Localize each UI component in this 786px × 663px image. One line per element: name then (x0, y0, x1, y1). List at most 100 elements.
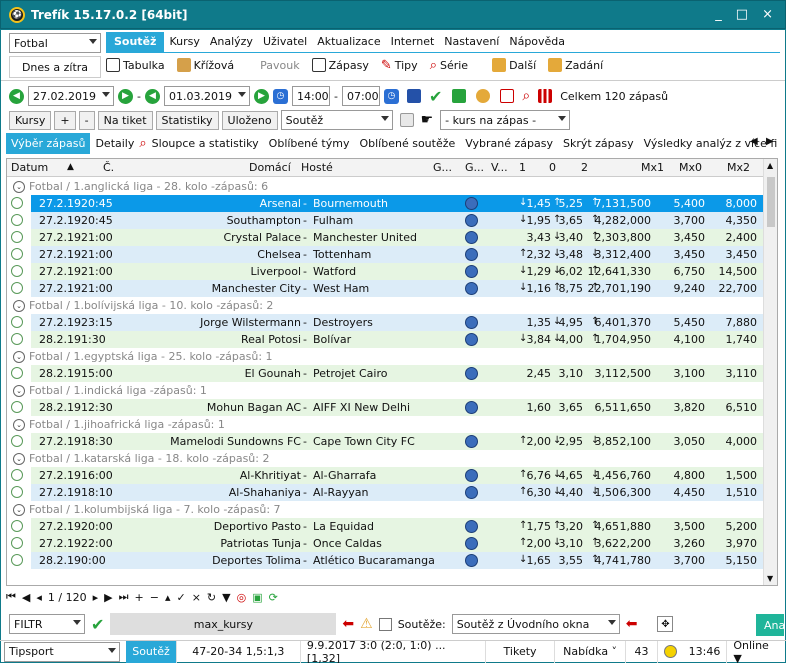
prev-date-icon[interactable]: ◀ (9, 88, 24, 104)
col-kurs-2[interactable]: 2 (581, 161, 588, 174)
date-to-field[interactable]: 01.03.2019 (163, 86, 250, 106)
filter-select[interactable]: FILTR (9, 614, 85, 634)
delete-record-icon[interactable]: − (150, 591, 159, 604)
col-v[interactable]: V... (491, 161, 508, 174)
table-row[interactable]: 27.2.19 21:00 Crystal Palace - Manchester Un… (11, 229, 763, 246)
analyze-button[interactable]: Ana (756, 614, 785, 636)
prev-date2-icon[interactable]: ◀ (144, 88, 160, 104)
apply-filter-check-icon[interactable]: ✔ (91, 615, 104, 634)
col-mx1[interactable]: Mx1 (641, 161, 664, 174)
group-header[interactable]: ⌄ Fotbal / 1.indická liga -zápasů: 1 (7, 382, 763, 399)
vertical-scrollbar[interactable]: ▲ ▼ (763, 159, 777, 585)
col-kurs-1[interactable]: 1 (519, 161, 526, 174)
up-icon[interactable]: ▴ (165, 591, 171, 604)
bar-chart-icon[interactable] (538, 89, 553, 103)
table-row[interactable]: 27.2.19 20:00 Deportivo Pasto - La Equidad ↑ 1… (11, 518, 763, 535)
odds-select[interactable]: - kurs na zápas - (440, 110, 571, 130)
online-dropdown[interactable]: Online ▼ (727, 639, 786, 663)
minus-button[interactable]: - (78, 110, 95, 130)
menu-napoveda[interactable]: Nápověda (504, 32, 570, 52)
tab-scroll-right-icon[interactable]: ▶ (766, 136, 774, 147)
col-cislo[interactable]: Č. (103, 161, 114, 174)
table-row[interactable]: 27.2.19 20:45 Southampton - Fulham ↓ 1,95 ↑ 3,65… (11, 212, 763, 229)
col-datum[interactable]: Datum (11, 161, 48, 174)
globe-icon[interactable] (465, 537, 478, 550)
report-icon[interactable] (500, 89, 515, 103)
globe-icon[interactable] (465, 469, 478, 482)
souteze-checkbox[interactable] (378, 617, 392, 631)
globe-icon[interactable] (465, 333, 478, 346)
calendar-icon[interactable] (406, 89, 421, 103)
globe-icon[interactable] (465, 486, 478, 499)
confirm-check-icon[interactable]: ✔ (429, 87, 442, 106)
col-g1[interactable]: G... (433, 161, 452, 174)
scroll-down-icon[interactable]: ▼ (767, 574, 773, 583)
group-header[interactable]: ⌄ Fotbal / 1.egyptská liga - 25. kolo -zá… (7, 348, 763, 365)
tab-skryt-zapasy[interactable]: Skrýt zápasy (558, 133, 639, 154)
globe-icon[interactable] (465, 367, 478, 380)
serie-button[interactable]: ⌕ Série (430, 58, 468, 73)
tab-scroll-left-icon[interactable]: ◀ (750, 136, 758, 147)
table-row[interactable]: 27.2.19 23:15 Jorge Wilstermann - Destroyers… (11, 314, 763, 331)
col-g2[interactable]: G... (465, 161, 484, 174)
refresh-icon[interactable]: ↻ (207, 591, 216, 604)
last-record-icon[interactable]: ⏭ (119, 590, 129, 604)
check-icon[interactable]: ✓ (176, 591, 185, 604)
tabulka-button[interactable]: Tabulka (106, 58, 165, 72)
user-icon[interactable] (476, 89, 491, 103)
table-row[interactable]: 27.2.19 21:00 Manchester City - West Ham ↓ 1,1… (11, 280, 763, 297)
group-header[interactable]: ⌄ Fotbal / 1.anglická liga - 28. kolo -zá… (7, 178, 763, 195)
statistiky-button[interactable]: Statistiky (155, 110, 219, 130)
next-date-icon[interactable]: ▶ (118, 88, 133, 104)
table-row[interactable]: 28.2.19 1:30 Real Potosi - Bolívar ↓ 3,84 ↓ 4,00… (11, 331, 763, 348)
table-row[interactable]: 28.2.19 12:30 Mohun Bagan AC - AIFF XI New D… (11, 399, 763, 416)
menu-analyzy[interactable]: Analýzy (205, 32, 258, 52)
collapse-icon[interactable]: ⌄ (13, 503, 25, 516)
table-row[interactable]: 27.2.19 21:00 Chelsea - Tottenham ↑ 2,32 ↓ 3,48 ↓… (11, 246, 763, 263)
euro-icon[interactable] (452, 89, 467, 103)
prev-record-icon[interactable]: ◂ (36, 591, 42, 604)
tab-vysledky-analyz[interactable]: Výsledky analýz z více fi (639, 133, 783, 154)
tab-detaily[interactable]: Detaily (90, 133, 139, 154)
kursy-button[interactable]: Kursy (9, 110, 52, 130)
col-domaci[interactable]: Domácí (249, 161, 291, 174)
status-soutez-tab[interactable]: Soutěž (126, 640, 177, 663)
table-row[interactable]: 27.2.19 22:00 Patriotas Tunja - Once Caldas ↑… (11, 535, 763, 552)
reload-icon[interactable]: ⟳ (269, 591, 278, 604)
competition-select[interactable]: Soutěž (280, 110, 393, 130)
table-row[interactable]: 28.2.19 15:00 El Gounah - Petrojet Cairo 2,45… (11, 365, 763, 382)
col-mx0[interactable]: Mx0 (679, 161, 702, 174)
dalsi-button[interactable]: Další (492, 58, 536, 72)
table-row[interactable]: 27.2.19 20:45 Arsenal - Bournemouth ↓ 1,45 ↑ 5,2… (11, 195, 763, 212)
warning-user-icon[interactable]: ⚠ (360, 616, 373, 632)
table-row[interactable]: 27.2.19 18:10 Al-Shahaniya - Al-Rayyan ↑ 6,30 ↓… (11, 484, 763, 501)
globe-icon[interactable] (465, 554, 478, 567)
zapasy-button[interactable]: Zápasy (311, 58, 369, 72)
tab-oblibene-souteze[interactable]: Oblíbené soutěže (354, 133, 460, 154)
menu-soutez[interactable]: Soutěž (106, 32, 165, 52)
tab-sloupce[interactable]: Sloupce a statistiky (147, 133, 264, 154)
group-header[interactable]: ⌄ Fotbal / 1.jihoafrická liga -zápasů: 1 (7, 416, 763, 433)
table-row[interactable]: 27.2.19 18:30 Mamelodi Sundowns FC - Cape To… (11, 433, 763, 450)
menu-internet[interactable]: Internet (386, 32, 440, 52)
tipy-button[interactable]: ✎ Tipy (381, 58, 418, 73)
globe-icon[interactable] (465, 248, 478, 261)
group-header[interactable]: ⌄ Fotbal / 1.kolumbijská liga - 7. kolo -… (7, 501, 763, 518)
tab-vybrane-zapasy[interactable]: Vybrané zápasy (460, 133, 558, 154)
globe-icon[interactable] (465, 231, 478, 244)
globe-icon[interactable] (465, 520, 478, 533)
scroll-up-icon[interactable]: ▲ (767, 161, 773, 170)
status-tikety[interactable]: Tikety (486, 640, 556, 663)
collapse-icon[interactable]: ⌄ (13, 452, 25, 465)
close-button[interactable]: × (762, 7, 773, 22)
export-icon[interactable]: ▣ (252, 591, 262, 604)
globe-icon[interactable] (465, 435, 478, 448)
next-date2-icon[interactable]: ▶ (253, 88, 269, 104)
col-hoste[interactable]: Hosté (301, 161, 333, 174)
menu-nastaveni[interactable]: Nastavení (439, 32, 504, 52)
filter-icon[interactable] (399, 113, 414, 127)
collapse-icon[interactable]: ⌄ (13, 384, 25, 397)
souteze-select[interactable]: Soutěž z Úvodního okna (451, 614, 620, 634)
date-from-field[interactable]: 27.02.2019 (28, 86, 114, 106)
search-icon[interactable]: ⌕ (522, 88, 530, 104)
